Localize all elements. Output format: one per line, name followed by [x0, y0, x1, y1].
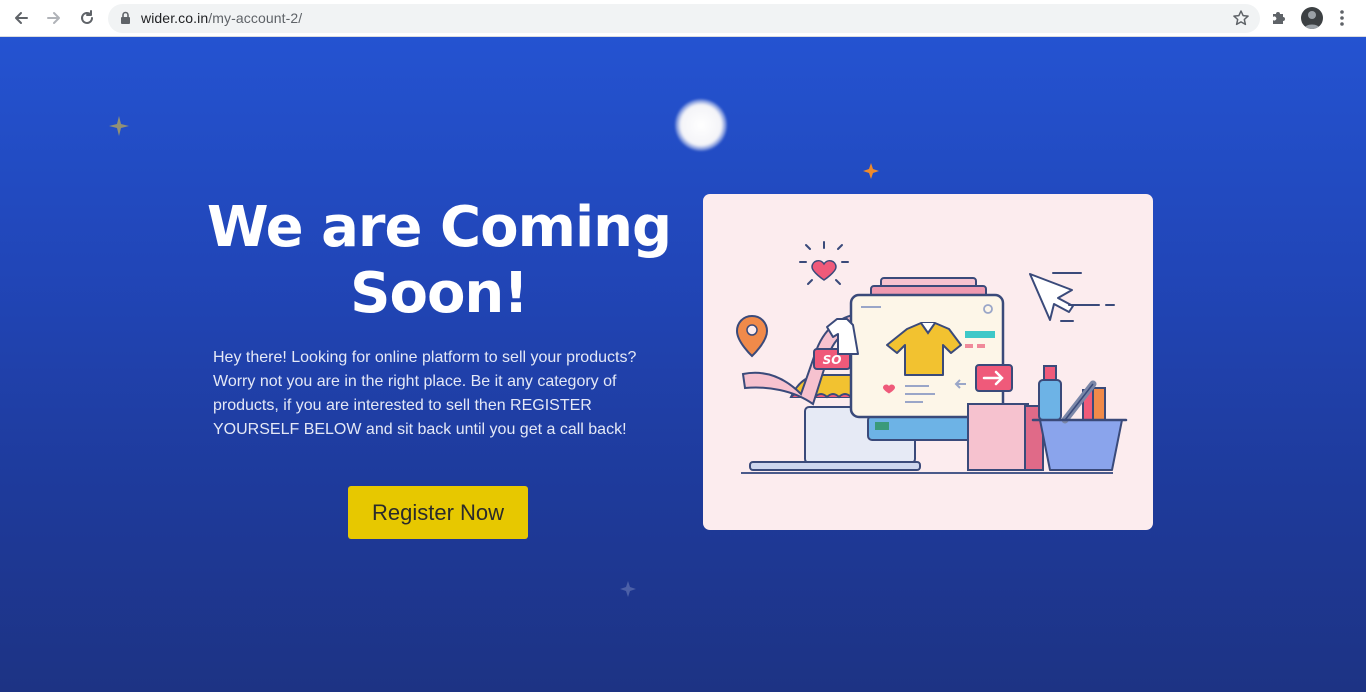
- intro-description: Hey there! Looking for online platform t…: [213, 349, 637, 438]
- forward-arrow-icon: [47, 12, 60, 24]
- sparkle-faint-icon: [620, 581, 636, 597]
- lock-icon: [121, 11, 130, 24]
- glowing-orb: [675, 99, 727, 151]
- more-vert-icon[interactable]: [1338, 8, 1346, 28]
- profile-avatar-icon: [1304, 11, 1320, 29]
- profile-avatar[interactable]: [1301, 7, 1323, 29]
- extensions-puzzle-icon[interactable]: [1270, 9, 1288, 27]
- url-text: wider.co.in/my-account-2/: [141, 10, 302, 26]
- online-shop-illustration: SO: [735, 241, 1128, 474]
- reload-icon: [81, 10, 93, 24]
- url-path: /my-account-2/: [208, 10, 303, 26]
- address-bar[interactable]: wider.co.in/my-account-2/: [108, 4, 1260, 33]
- sale-sign-text: SO: [823, 353, 842, 367]
- url-host: wider.co.in: [141, 10, 209, 26]
- register-now-button[interactable]: Register Now: [348, 486, 528, 539]
- forward-button[interactable]: [43, 7, 65, 29]
- coming-soon-page: We are Coming Soon! Hey there! Looking f…: [0, 37, 1366, 692]
- page-title: We are Coming Soon!: [206, 195, 672, 326]
- sparkle-icon: [109, 116, 129, 136]
- sparkle-orange-icon: [863, 163, 879, 179]
- heart-icon: [799, 241, 849, 285]
- basket-icon: [1039, 419, 1123, 471]
- reload-button[interactable]: [76, 7, 98, 29]
- location-pin-icon: [735, 314, 769, 358]
- cursor-icon: [1029, 272, 1115, 322]
- back-button[interactable]: [10, 7, 32, 29]
- illustration-card: SO: [703, 194, 1153, 530]
- browser-toolbar: wider.co.in/my-account-2/: [0, 0, 1366, 37]
- bookmark-star-icon[interactable]: [1232, 9, 1250, 27]
- back-arrow-icon: [15, 12, 28, 24]
